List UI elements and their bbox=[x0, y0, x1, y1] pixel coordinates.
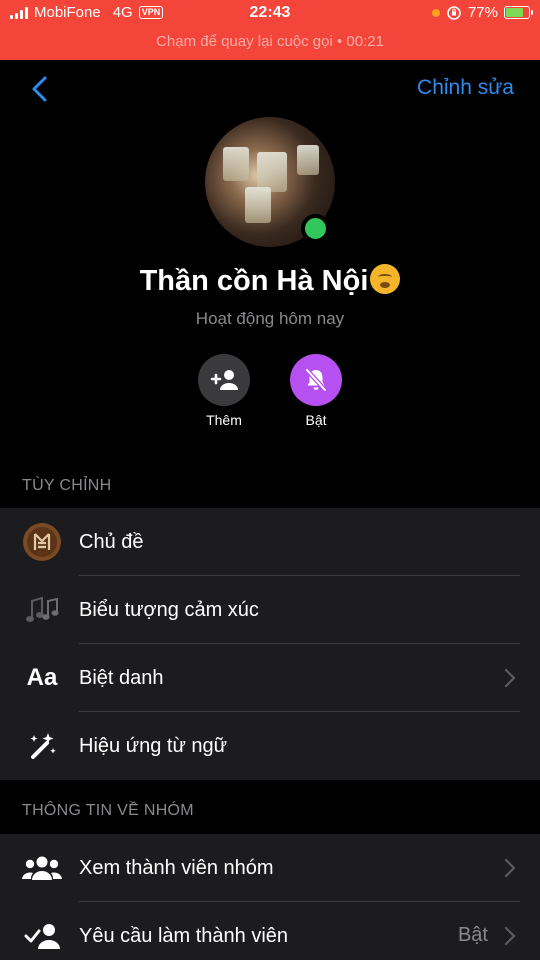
customize-group: Chủ đề Biểu tượng cảm xúc Aa Biệt danh H… bbox=[0, 508, 540, 780]
orientation-lock-icon bbox=[447, 5, 461, 20]
add-member-button[interactable]: Thêm bbox=[189, 354, 259, 428]
microphone-indicator-icon bbox=[431, 8, 440, 17]
mute-toggle-label: Bật bbox=[305, 412, 327, 428]
word-effects-row[interactable]: Hiệu ứng từ ngữ bbox=[0, 712, 540, 780]
add-person-icon bbox=[198, 354, 250, 406]
music-notes-icon bbox=[22, 590, 62, 630]
yawning-face-emoji-icon bbox=[370, 264, 401, 294]
group-members-icon bbox=[22, 848, 62, 888]
conversation-name-text: Thần cồn Hà Nội bbox=[139, 265, 369, 297]
text-aa-icon: Aa bbox=[26, 664, 58, 691]
bell-off-icon bbox=[290, 354, 342, 406]
activity-status: Hoạt động hôm nay bbox=[195, 309, 345, 328]
conversation-name: Thần cồn Hà Nội bbox=[0, 264, 540, 298]
emoji-label: Biểu tượng cảm xúc bbox=[79, 598, 259, 621]
theme-label: Chủ đề bbox=[79, 530, 144, 553]
member-requests-value: Bật bbox=[457, 924, 488, 946]
add-member-label: Thêm bbox=[206, 412, 242, 428]
return-to-call-banner[interactable]: Chạm để quay lại cuộc gọi • 00:21 bbox=[0, 33, 540, 50]
chevron-right-icon bbox=[504, 668, 516, 688]
group-info-group: Xem thành viên nhóm Yêu cầu làm thành vi… bbox=[0, 834, 540, 960]
nickname-row[interactable]: Aa Biệt danh bbox=[0, 644, 540, 712]
word-effects-label: Hiệu ứng từ ngữ bbox=[79, 734, 228, 757]
mute-toggle-button[interactable]: Bật bbox=[281, 354, 351, 428]
status-bar: MobiFone 4G VPN 22:43 77% Chạm để quay l… bbox=[0, 0, 540, 60]
view-members-row[interactable]: Xem thành viên nhóm bbox=[0, 834, 540, 902]
theme-row[interactable]: Chủ đề bbox=[0, 508, 540, 576]
group-info-section-header: THÔNG TIN VỀ NHÓM bbox=[22, 802, 194, 819]
nickname-label: Biệt danh bbox=[79, 666, 164, 689]
back-button[interactable] bbox=[26, 74, 56, 104]
customize-section-header: TÙY CHỈNH bbox=[22, 477, 112, 494]
battery-icon bbox=[504, 6, 533, 19]
member-requests-label: Yêu cầu làm thành viên bbox=[79, 924, 289, 947]
emoji-row[interactable]: Biểu tượng cảm xúc bbox=[0, 576, 540, 644]
chevron-right-icon bbox=[504, 926, 516, 946]
online-status-dot bbox=[301, 214, 330, 243]
edit-button[interactable]: Chỉnh sửa bbox=[417, 76, 514, 100]
member-request-icon bbox=[22, 916, 62, 956]
chevron-left-icon bbox=[32, 76, 47, 102]
member-requests-row[interactable]: Yêu cầu làm thành viên Bật bbox=[0, 902, 540, 960]
chevron-right-icon bbox=[504, 858, 516, 878]
magic-wand-icon bbox=[22, 726, 62, 766]
view-members-label: Xem thành viên nhóm bbox=[79, 856, 274, 879]
theme-icon bbox=[22, 522, 62, 562]
battery-percent: 77% bbox=[467, 4, 498, 21]
